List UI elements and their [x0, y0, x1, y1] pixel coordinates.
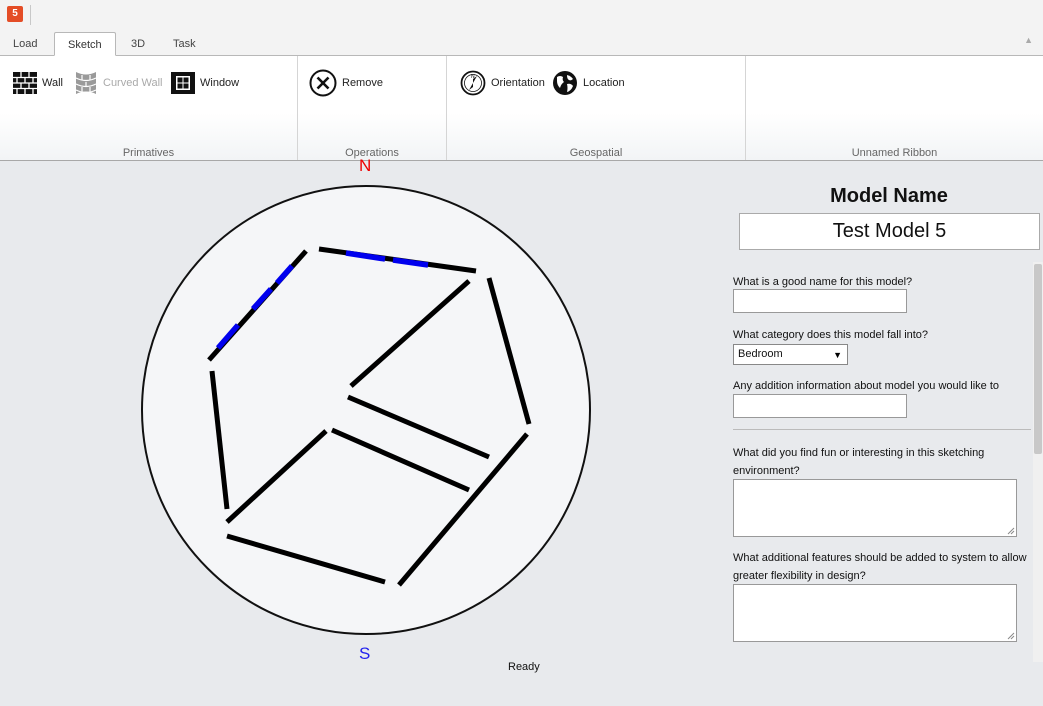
svg-text:N: N [471, 74, 475, 80]
features-textarea[interactable] [733, 584, 1017, 642]
curved-wall-label: Curved Wall [103, 77, 163, 89]
sketch-canvas-area[interactable]: N S Ready [0, 156, 730, 706]
orientation-label: Orientation [491, 77, 545, 89]
form-scrollbar[interactable] [1033, 262, 1043, 662]
remove-icon [309, 69, 337, 97]
window-button[interactable]: Window [171, 68, 239, 98]
tab-bar: Load Sketch 3D Task ▲ [0, 30, 1043, 56]
model-name-display[interactable]: Test Model 5 [739, 213, 1040, 250]
scrollbar-thumb[interactable] [1034, 264, 1042, 454]
category-selected-value: Bedroom [738, 348, 783, 360]
status-text: Ready [508, 661, 540, 673]
wall-label: Wall [42, 77, 63, 89]
window-label: Window [200, 77, 240, 89]
wall-button[interactable]: Wall [13, 68, 63, 98]
ribbon-group-primatives: Wall Curved Wall Window Primatives [0, 56, 298, 160]
group-label-unnamed: Unnamed Ribbon [851, 147, 938, 159]
sketch-canvas[interactable] [0, 161, 730, 651]
south-label: S [359, 644, 371, 663]
question-fun: What did you find fun or interesting in … [733, 447, 985, 477]
globe-icon [553, 71, 577, 95]
ribbon-collapse-icon[interactable]: ▲ [1024, 35, 1033, 45]
remove-label: Remove [342, 77, 383, 89]
model-name-title: Model Name [830, 185, 948, 207]
resize-grip-icon[interactable] [1007, 632, 1015, 640]
ribbon-group-unnamed: Unnamed Ribbon [746, 56, 1043, 160]
ribbon-group-operations: Remove Operations [298, 56, 447, 160]
category-select[interactable]: Bedroom ▼ [733, 344, 848, 365]
group-label-primatives: Primatives [122, 147, 175, 159]
location-label: Location [583, 77, 625, 89]
brick-wall-icon [13, 72, 37, 94]
ribbon: Wall Curved Wall Window Primatives Remov… [0, 56, 1043, 161]
additional-info-input[interactable] [733, 394, 907, 418]
html5-icon[interactable]: 5 [7, 6, 23, 22]
question-features: What additional features should be added… [733, 552, 1027, 582]
title-bar: 5 [0, 0, 1043, 30]
fun-textarea[interactable] [733, 479, 1017, 537]
resize-grip-icon[interactable] [1007, 527, 1015, 535]
group-label-operations: Operations [345, 147, 399, 159]
curved-wall-button[interactable]: Curved Wall [74, 68, 163, 98]
curved-wall-icon [75, 72, 97, 94]
window-icon [171, 72, 195, 94]
orientation-button[interactable]: N Orientation [460, 68, 545, 98]
tab-sketch[interactable]: Sketch [54, 32, 116, 56]
remove-button[interactable]: Remove [309, 68, 383, 98]
group-label-geospatial: Geospatial [569, 147, 623, 159]
question-category: What category does this model fall into? [733, 329, 929, 341]
dropdown-arrow-icon: ▼ [833, 350, 842, 360]
title-separator [30, 5, 31, 25]
form-divider [733, 429, 1031, 430]
ribbon-group-geospatial: N Orientation Location Geospatial [447, 56, 746, 160]
tab-3d[interactable]: 3D [118, 32, 158, 56]
model-name-input[interactable] [733, 289, 907, 313]
compass-icon: N [460, 70, 486, 96]
location-button[interactable]: Location [552, 68, 625, 98]
survey-form: What is a good name for this model? What… [733, 262, 1033, 706]
tab-task[interactable]: Task [160, 32, 209, 56]
tab-load[interactable]: Load [0, 32, 50, 56]
